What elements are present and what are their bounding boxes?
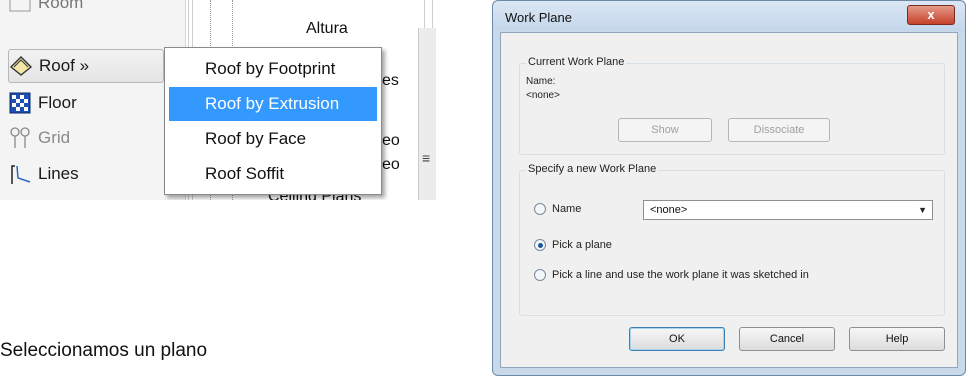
- close-icon: x: [927, 7, 935, 22]
- radio-pick-plane[interactable]: [534, 239, 546, 251]
- room-tool[interactable]: Room: [8, 0, 164, 20]
- room-label: Room: [38, 0, 84, 12]
- floor-label: Floor: [38, 93, 77, 112]
- name-dropdown-value: <none>: [650, 204, 688, 216]
- work-plane-dialog: Work Plane x Current Work Plane Name: <n…: [492, 0, 966, 376]
- menu-item-roof-by-extrusion[interactable]: Roof by Extrusion: [169, 87, 377, 121]
- lines-tool[interactable]: Lines: [8, 157, 164, 191]
- close-button[interactable]: x: [907, 5, 955, 25]
- dialog-title: Work Plane: [505, 10, 572, 25]
- browser-text-mid3: eo: [382, 156, 400, 173]
- radio-name[interactable]: [534, 203, 546, 215]
- radio-name-label: Name: [552, 203, 582, 215]
- cancel-button[interactable]: Cancel: [739, 327, 835, 351]
- floor-tool[interactable]: Floor: [8, 86, 164, 120]
- grid-icon: [8, 126, 32, 150]
- roof-label: Roof »: [39, 56, 90, 75]
- specify-work-plane-legend: Specify a new Work Plane: [526, 163, 659, 175]
- name-label: Name:: [526, 76, 556, 87]
- radio-pick-plane-option[interactable]: Pick a plane: [534, 239, 612, 251]
- specify-work-plane-group: Specify a new Work Plane Name <none> ▼ P…: [519, 163, 945, 316]
- roof-icon: [9, 54, 33, 78]
- menu-item-roof-by-face[interactable]: Roof by Face: [169, 122, 377, 156]
- radio-pick-line-option[interactable]: Pick a line and use the work plane it wa…: [534, 269, 809, 281]
- dissociate-button[interactable]: Dissociate: [728, 118, 830, 142]
- radio-pick-line-label: Pick a line and use the work plane it wa…: [552, 269, 809, 281]
- chevron-down-icon: ▼: [918, 205, 927, 215]
- browser-text-top: Altura: [306, 20, 348, 37]
- floor-icon: [8, 91, 32, 115]
- radio-name-option[interactable]: Name: [534, 203, 581, 215]
- current-name-value: <none>: [526, 90, 560, 101]
- help-button[interactable]: Help: [849, 327, 945, 351]
- room-icon: [8, 0, 32, 15]
- ok-button[interactable]: OK: [629, 327, 725, 351]
- grid-label: Grid: [38, 128, 71, 147]
- browser-text-mid2: eo: [382, 132, 400, 149]
- menu-item-roof-soffit[interactable]: Roof Soffit: [169, 157, 377, 191]
- name-dropdown[interactable]: <none> ▼: [643, 200, 933, 220]
- dialog-body: Current Work Plane Name: <none> Show Dis…: [500, 32, 958, 368]
- roof-flyout-menu: Roof by Footprint Roof by Extrusion Roof…: [164, 47, 382, 195]
- grid-tool[interactable]: Grid: [8, 121, 164, 155]
- caption-text: Seleccionamos un plano: [0, 340, 208, 361]
- build-panel: Room Roof » Floor Grid Lines: [0, 0, 186, 200]
- radio-pick-plane-label: Pick a plane: [552, 239, 612, 251]
- browser-text-mid1: es: [382, 72, 399, 89]
- roof-tool-button[interactable]: Roof »: [8, 49, 164, 83]
- browser-scrollbar[interactable]: ≡: [418, 28, 436, 200]
- menu-item-roof-by-footprint[interactable]: Roof by Footprint: [169, 52, 377, 86]
- lines-icon: [8, 162, 32, 186]
- current-work-plane-group: Current Work Plane Name: <none> Show Dis…: [519, 56, 945, 155]
- radio-pick-line[interactable]: [534, 269, 546, 281]
- lines-label: Lines: [38, 164, 79, 183]
- scroll-grip-icon: ≡: [422, 150, 431, 166]
- revit-menu-snippet: Room Roof » Floor Grid Lines Altura es e…: [0, 0, 448, 200]
- show-button[interactable]: Show: [618, 118, 712, 142]
- dialog-titlebar[interactable]: Work Plane x: [493, 1, 965, 31]
- current-work-plane-legend: Current Work Plane: [526, 56, 627, 68]
